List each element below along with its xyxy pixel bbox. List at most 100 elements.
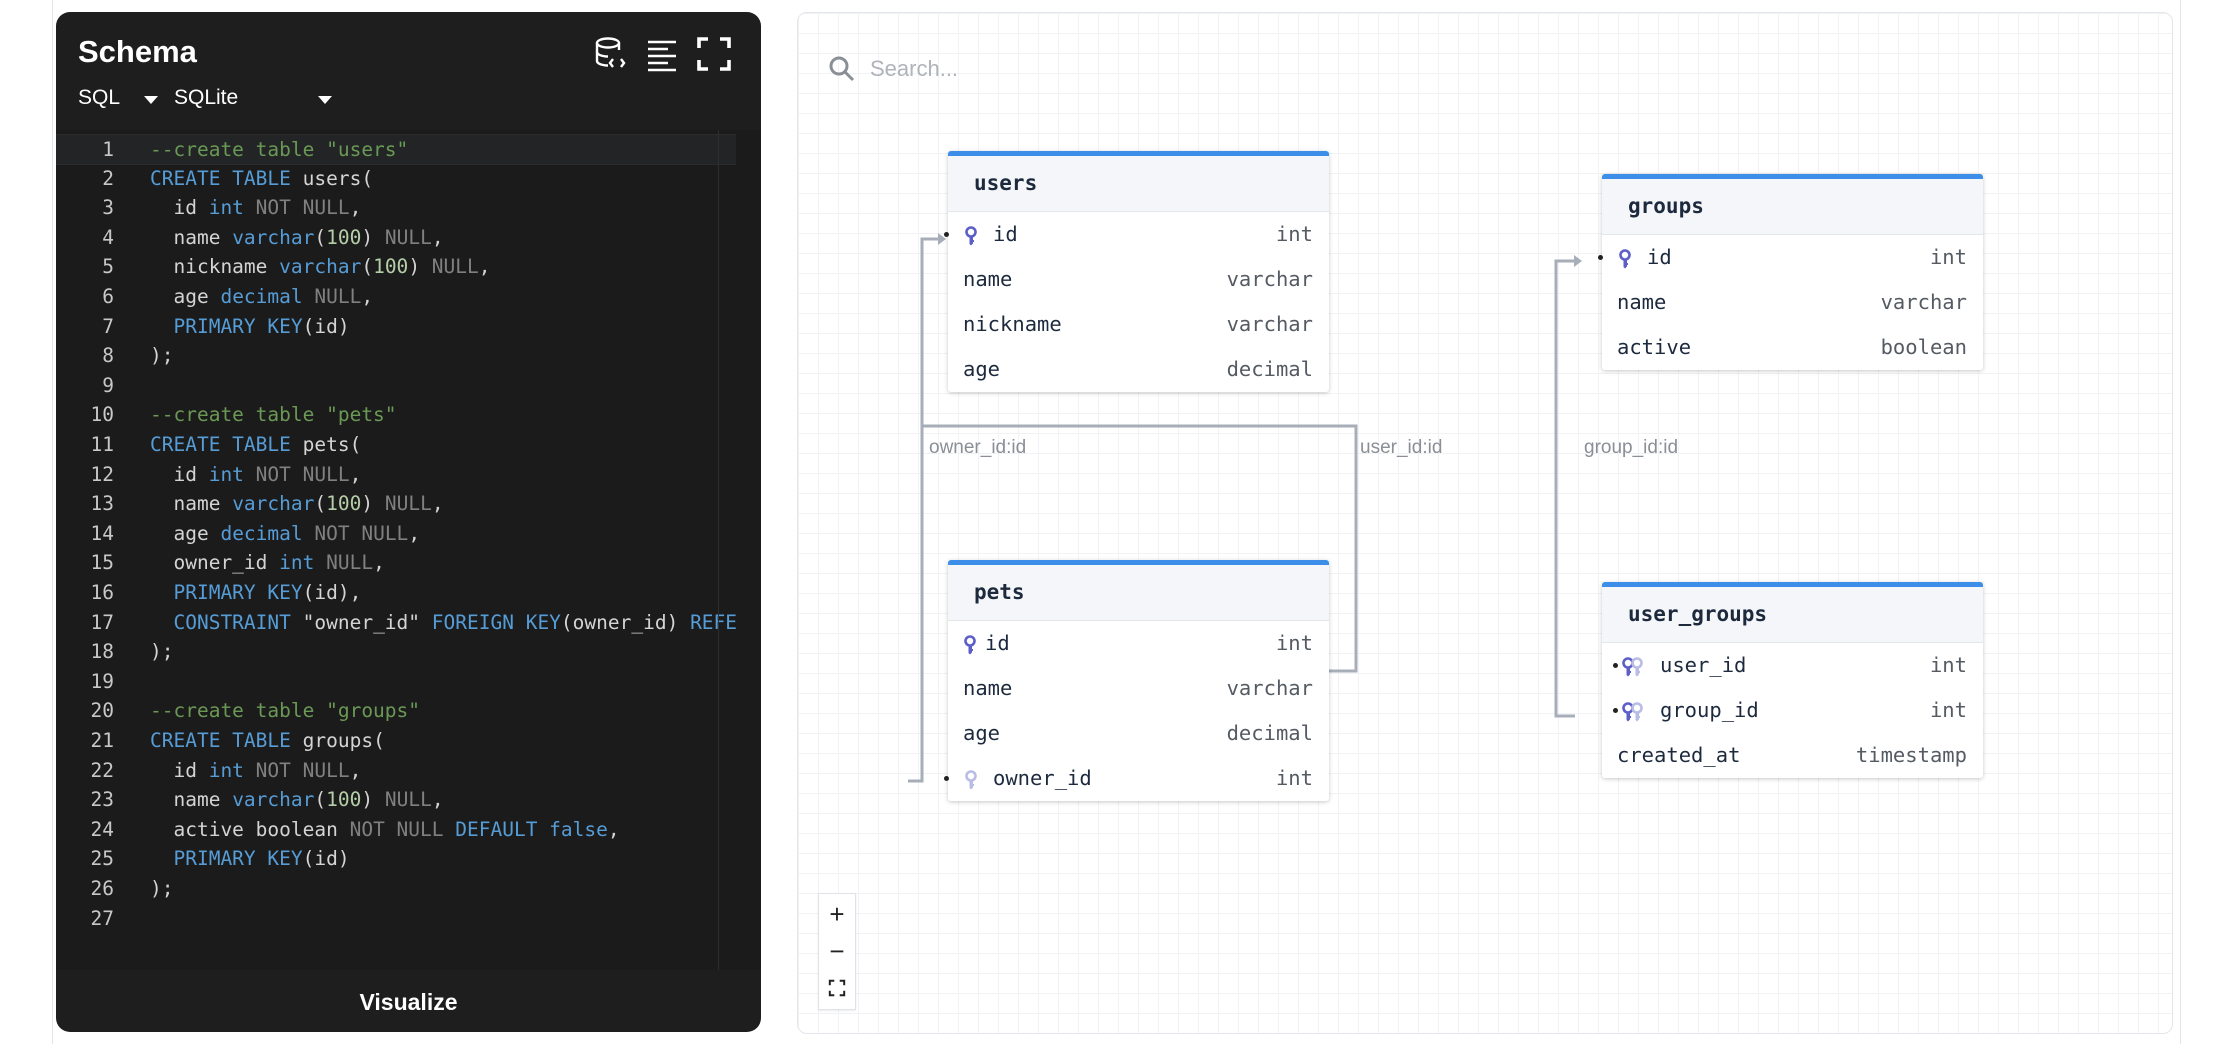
column-type: int (1929, 698, 1967, 722)
connection-handle[interactable] (944, 776, 949, 781)
code-text: --create table "pets" (150, 403, 397, 427)
column-row[interactable]: id int (1598, 235, 1983, 280)
column-name: group_id (1660, 698, 1759, 722)
fit-view-icon (828, 979, 846, 997)
code-line[interactable]: 10 --create table "pets" (56, 400, 736, 429)
primary-key-icon (963, 635, 977, 655)
line-number: 11 (90, 433, 114, 456)
dialect-select[interactable]: SQLite (174, 86, 344, 110)
sql-code-editor[interactable]: 1 --create table "users" 2 CREATE TABLE use… (56, 130, 761, 970)
column-type: int (1275, 766, 1313, 790)
code-line[interactable]: 4 name varchar(100) NULL, (56, 223, 736, 252)
line-number: 23 (90, 788, 114, 812)
code-line[interactable]: 7 PRIMARY KEY(id) (56, 312, 736, 341)
code-line[interactable]: 2 CREATE TABLE users( (56, 164, 736, 193)
editor-scrollbar-track[interactable] (718, 130, 719, 970)
code-line[interactable]: 3 id int NOT NULL, (56, 193, 736, 222)
column-row[interactable]: age decimal (948, 347, 1329, 392)
column-row[interactable]: nickname varchar (948, 302, 1329, 347)
code-text: age decimal NOT NULL, (150, 521, 421, 545)
connection-handle[interactable] (1598, 255, 1603, 260)
code-line[interactable]: 9 (56, 371, 736, 400)
line-number: 3 (102, 196, 114, 220)
column-row[interactable]: id int (944, 212, 1329, 257)
edge-owner-id (908, 237, 938, 783)
table-pets[interactable]: pets id int name varchar age decimal own… (944, 560, 1329, 801)
code-text: --create table "users" (150, 138, 409, 161)
code-line[interactable]: 26); (56, 874, 736, 903)
line-number: 17 (90, 610, 114, 634)
code-line[interactable]: 16 PRIMARY KEY(id), (56, 578, 736, 607)
zoom-out-button[interactable]: − (819, 933, 855, 969)
column-row[interactable]: created_at timestamp (1602, 733, 1983, 778)
code-line[interactable]: 15 owner_id int NULL, (56, 548, 736, 577)
code-line[interactable]: 6 age decimal NULL, (56, 282, 736, 311)
connection-handle[interactable] (1613, 708, 1618, 713)
column-row[interactable]: name varchar (948, 666, 1329, 711)
diagram-canvas[interactable]: owner_id:id user_id:id group_id:id users… (797, 12, 2173, 1034)
code-line[interactable]: 13 name varchar(100) NULL, (56, 489, 736, 518)
code-line[interactable]: 22 id int NOT NULL, (56, 756, 736, 785)
code-line[interactable]: 11 CREATE TABLE pets( (56, 430, 736, 459)
primary-key-icon (964, 226, 978, 246)
code-text: name varchar(100) NULL, (150, 788, 444, 812)
code-text: CREATE TABLE groups( (150, 729, 385, 752)
code-text: age decimal NULL, (150, 285, 374, 308)
page-divider-right (2180, 0, 2181, 1044)
table-user-groups[interactable]: user_groups user_id int group_id int cre… (1602, 582, 1983, 778)
zoom-in-button[interactable]: + (819, 896, 855, 932)
database-code-button[interactable] (590, 34, 630, 74)
line-number: 4 (102, 225, 114, 249)
column-row[interactable]: active boolean (1602, 325, 1983, 370)
line-number: 16 (90, 581, 114, 604)
edge-label-group-id: group_id:id (1584, 437, 1679, 458)
column-row[interactable]: group_id int (1602, 688, 1983, 733)
code-line[interactable]: 25 PRIMARY KEY(id) (56, 844, 736, 873)
table-groups[interactable]: groups id int name varchar active boolea… (1598, 174, 1983, 370)
column-name: id (1647, 245, 1672, 269)
column-name: created_at (1617, 743, 1741, 767)
line-number: 13 (90, 492, 114, 516)
code-line[interactable]: 5 nickname varchar(100) NULL, (56, 252, 736, 281)
column-type: varchar (1880, 290, 1967, 314)
column-row[interactable]: name varchar (1602, 280, 1983, 325)
composite-key-icon (1621, 702, 1645, 722)
edge-group-id (1554, 259, 1575, 718)
visualize-button[interactable]: Visualize (56, 972, 761, 1032)
connection-handle[interactable] (1613, 663, 1618, 668)
format-align-button[interactable] (642, 34, 682, 74)
column-type: int (1929, 245, 1967, 269)
table-users[interactable]: users id int name varchar nickname varch… (944, 151, 1329, 392)
column-type: int (1929, 653, 1967, 677)
code-line[interactable]: 19 (56, 667, 736, 696)
code-line[interactable]: 17 CONSTRAINT "owner_id" FOREIGN KEY(own… (56, 608, 738, 637)
code-line[interactable]: 8); (56, 341, 736, 370)
code-line[interactable]: 20 --create table "groups" (56, 696, 736, 725)
code-line[interactable]: 14 age decimal NOT NULL, (56, 519, 736, 548)
column-type: int (1275, 631, 1313, 655)
code-line[interactable]: 27 (56, 904, 736, 933)
code-line[interactable]: 23 name varchar(100) NULL, (56, 785, 736, 814)
code-line[interactable]: 21 CREATE TABLE groups( (56, 726, 736, 755)
language-value: SQL (78, 86, 121, 109)
fit-view-button[interactable] (819, 970, 855, 1006)
column-row[interactable]: name varchar (948, 257, 1329, 302)
connection-handle[interactable] (944, 232, 949, 237)
code-text: ); (150, 877, 174, 900)
language-select[interactable]: SQL (78, 86, 168, 110)
fullscreen-button[interactable] (694, 34, 734, 74)
column-row[interactable]: id int (948, 621, 1329, 666)
column-row[interactable]: age decimal (948, 711, 1329, 756)
line-number: 27 (90, 906, 114, 930)
column-row[interactable]: user_id int (1602, 643, 1983, 688)
code-line[interactable]: 12 id int NOT NULL, (56, 460, 736, 489)
column-row[interactable]: owner_id int (944, 756, 1329, 801)
code-line[interactable]: 24 active boolean NOT NULL DEFAULT false… (56, 815, 736, 844)
line-number: 7 (102, 314, 114, 338)
line-number: 1 (102, 138, 114, 161)
code-line[interactable]: 1 --create table "users" (56, 134, 736, 165)
code-line[interactable]: 18); (56, 637, 736, 666)
code-text: CREATE TABLE pets( (150, 433, 362, 456)
column-type: decimal (1226, 721, 1313, 745)
code-text: id int NOT NULL, (150, 196, 362, 220)
